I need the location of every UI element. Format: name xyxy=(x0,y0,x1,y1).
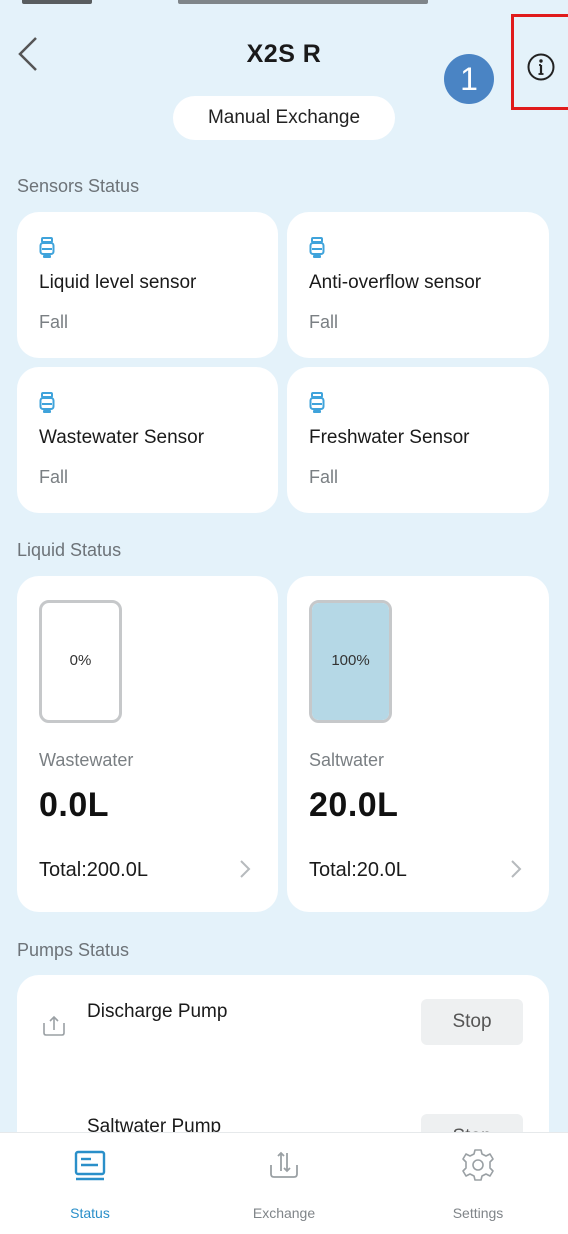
sensor-name: Liquid level sensor xyxy=(39,272,197,293)
liquid-name: Wastewater xyxy=(39,750,134,770)
tab-settings[interactable]: Settings xyxy=(408,1133,548,1234)
sensor-state: Fall xyxy=(39,467,69,487)
tab-label: Settings xyxy=(452,1205,504,1221)
tank-gauge: 100% xyxy=(309,600,392,723)
header: X2S R 1 xyxy=(0,14,568,110)
tank-percent: 0% xyxy=(69,651,92,669)
sensor-name: Anti-overflow sensor xyxy=(309,272,482,293)
sensor-card-liquid-level: Liquid level sensor Fall xyxy=(17,212,278,358)
sensor-state: Fall xyxy=(309,312,339,332)
tab-exchange[interactable]: Exchange xyxy=(214,1133,354,1234)
tank-percent: 100% xyxy=(331,651,370,669)
sensor-card-freshwater: Freshwater Sensor Fall xyxy=(287,367,549,513)
tank-gauge: 0% xyxy=(39,600,122,723)
pump-row-discharge: Discharge Pump Stop xyxy=(17,975,549,1065)
exchange-icon xyxy=(270,1151,298,1178)
upload-arrow-icon xyxy=(43,1015,65,1036)
chevron-right-icon[interactable] xyxy=(509,858,523,880)
sensor-card-wastewater: Wastewater Sensor Fall xyxy=(17,367,278,513)
tab-status[interactable]: Status xyxy=(20,1133,160,1234)
liquid-total: Total:200.0L xyxy=(39,859,148,881)
sensor-icon xyxy=(39,392,55,413)
step-badge: 1 xyxy=(444,54,494,104)
liquid-name: Saltwater xyxy=(309,750,385,770)
gear-icon xyxy=(462,1149,494,1181)
tab-label: Status xyxy=(70,1205,110,1221)
sensor-icon xyxy=(39,237,55,258)
liquid-section-title: Liquid Status xyxy=(17,540,122,560)
liquid-total: Total:20.0L xyxy=(309,859,407,881)
tab-label: Exchange xyxy=(252,1205,316,1221)
pumps-card: Discharge Pump Stop Saltwater Pump Stop xyxy=(17,975,549,1160)
bottom-tab-bar: Status Exchange Settings xyxy=(0,1132,568,1234)
discharge-pump-stop-button[interactable]: Stop xyxy=(421,999,523,1045)
sensor-card-anti-overflow: Anti-overflow sensor Fall xyxy=(287,212,549,358)
chevron-right-icon[interactable] xyxy=(238,858,252,880)
sensor-name: Freshwater Sensor xyxy=(309,427,470,448)
status-icon xyxy=(74,1150,106,1181)
sensors-section-title: Sensors Status xyxy=(17,176,140,196)
sensor-name: Wastewater Sensor xyxy=(39,427,205,448)
info-button[interactable] xyxy=(526,52,556,82)
sensor-icon xyxy=(309,392,325,413)
liquid-amount: 0.0L xyxy=(39,786,110,824)
manual-exchange-button[interactable]: Manual Exchange xyxy=(173,96,395,140)
status-bar-indicators xyxy=(178,0,428,4)
liquid-card-wastewater[interactable]: 0% Wastewater 0.0L Total:200.0L xyxy=(17,576,278,912)
sensor-state: Fall xyxy=(309,467,339,487)
pumps-section-title: Pumps Status xyxy=(17,940,130,960)
liquid-amount: 20.0L xyxy=(309,786,399,824)
pump-name: Discharge Pump xyxy=(87,1001,228,1022)
sensor-icon xyxy=(309,237,325,258)
screen: X2S R 1 Manual Exchange Sensors Status L… xyxy=(0,0,568,1234)
liquid-card-saltwater[interactable]: 100% Saltwater 20.0L Total:20.0L xyxy=(287,576,549,912)
status-bar xyxy=(0,0,568,14)
status-bar-time xyxy=(22,0,92,4)
sensor-state: Fall xyxy=(39,312,69,332)
info-icon xyxy=(527,53,555,81)
